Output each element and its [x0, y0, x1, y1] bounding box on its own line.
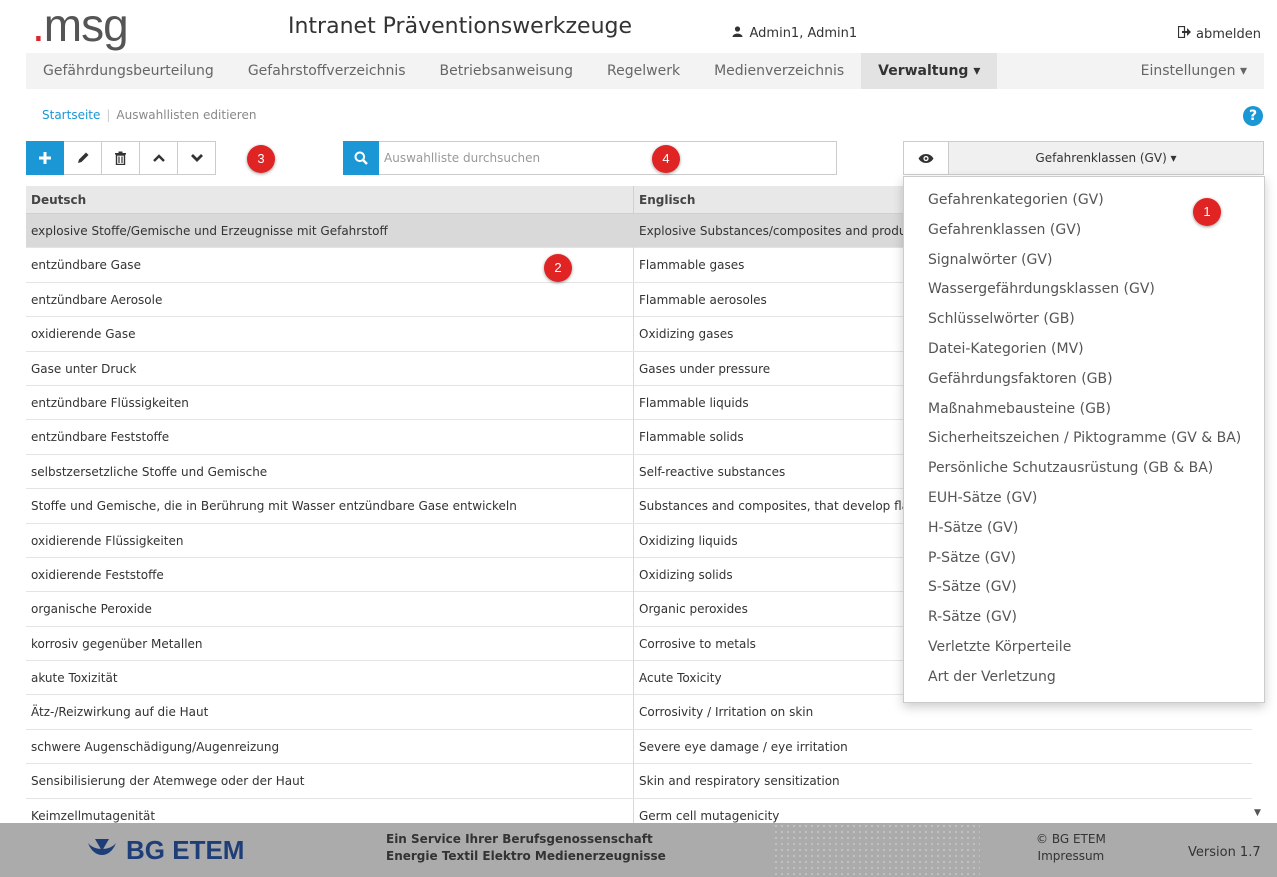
footer-service-line2: Energie Textil Elektro Medienerzeugnisse: [386, 849, 666, 863]
cell-deutsch: Gase unter Druck: [26, 351, 634, 386]
footer-service-line1: Ein Service Ihrer Berufsgenossenschaft: [386, 832, 653, 846]
menu-item-h-saetze[interactable]: H-Sätze (GV): [904, 514, 1264, 544]
menu-item-gefaehrdungsfaktoren[interactable]: Gefährdungsfaktoren (GB): [904, 365, 1264, 395]
menu-item-art-der-verletzung[interactable]: Art der Verletzung: [904, 663, 1264, 693]
edit-button[interactable]: [64, 141, 102, 175]
copyright-text: © BG ETEM: [1036, 832, 1106, 846]
logo-text: msg: [43, 0, 129, 51]
chevron-up-icon: [152, 154, 165, 162]
cell-deutsch: korrosiv gegenüber Metallen: [26, 626, 634, 661]
cell-deutsch: explosive Stoffe/Gemische und Erzeugniss…: [26, 214, 634, 248]
breadcrumb: Startseite | Auswahllisten editieren: [42, 108, 256, 122]
list-select-dropdown[interactable]: Gefahrenklassen (GV) ▾: [948, 141, 1264, 175]
logout-link[interactable]: abmelden: [1177, 25, 1261, 42]
nav-item-gefaehrdungsbeurteilung[interactable]: Gefährdungsbeurteilung: [26, 53, 231, 89]
footer-logo-text: BG ETEM: [126, 835, 245, 865]
version-label: Version 1.7: [1188, 845, 1261, 860]
menu-item-s-saetze[interactable]: S-Sätze (GV): [904, 573, 1264, 603]
menu-item-r-saetze[interactable]: R-Sätze (GV): [904, 603, 1264, 633]
menu-item-p-saetze[interactable]: P-Sätze (GV): [904, 544, 1264, 574]
cell-deutsch: oxidierende Feststoffe: [26, 557, 634, 592]
list-search: [343, 141, 837, 175]
nav-item-verwaltung[interactable]: Verwaltung ▾: [861, 53, 998, 89]
delete-button[interactable]: [102, 141, 140, 175]
header: .msg Intranet Präventionswerkzeuge Admin…: [0, 0, 1277, 50]
chevron-down-icon: [190, 154, 203, 162]
cell-deutsch: organische Peroxide: [26, 592, 634, 627]
eye-icon: [918, 153, 934, 163]
footer-service-text: Ein Service Ihrer Berufsgenossenschaft E…: [386, 831, 666, 865]
callout-badge-2: 2: [544, 254, 572, 282]
table-row[interactable]: schwere Augenschädigung/Augenreizung Seve…: [26, 729, 1252, 765]
menu-item-wassergefaehrdungsklassen[interactable]: Wassergefährdungsklassen (GV): [904, 275, 1264, 305]
table-row[interactable]: Sensibilisierung der Atemwege oder der H…: [26, 764, 1252, 799]
nav-item-medienverzeichnis[interactable]: Medienverzeichnis: [697, 53, 861, 89]
nav-item-einstellungen[interactable]: Einstellungen ▾: [1124, 53, 1264, 89]
menu-item-datei-kategorien[interactable]: Datei-Kategorien (MV): [904, 335, 1264, 365]
search-button[interactable]: [343, 141, 379, 175]
callout-badge-3: 3: [247, 145, 275, 173]
bg-etem-logo: BG ETEM: [86, 835, 244, 866]
main-nav: Gefährdungsbeurteilung Gefahrstoffverzei…: [26, 53, 1264, 89]
menu-item-signalwoerter[interactable]: Signalwörter (GV): [904, 246, 1264, 276]
menu-item-sicherheitszeichen[interactable]: Sicherheitszeichen / Piktogramme (GV & B…: [904, 424, 1264, 454]
cell-deutsch: entzündbare Flüssigkeiten: [26, 385, 634, 420]
trash-icon: [115, 151, 126, 165]
app-title: Intranet Präventionswerkzeuge: [288, 14, 633, 39]
sign-out-icon: [1177, 25, 1196, 42]
menu-item-schutzausruestung[interactable]: Persönliche Schutzausrüstung (GB & BA): [904, 454, 1264, 484]
list-select-menu: Gefahrenkategorien (GV) Gefahrenklassen …: [903, 176, 1265, 703]
cell-deutsch: entzündbare Feststoffe: [26, 420, 634, 455]
bg-etem-emblem-icon: [88, 838, 116, 855]
footer-dot-pattern: [773, 823, 980, 877]
cell-deutsch: entzündbare Aerosole: [26, 282, 634, 317]
cell-deutsch: Ätz-/Reizwirkung auf die Haut: [26, 695, 634, 730]
move-up-button[interactable]: [140, 141, 178, 175]
footer-copyright: © BG ETEM Impressum: [1036, 831, 1106, 865]
cell-deutsch: entzündbare Gase: [26, 248, 634, 283]
plus-icon: [39, 152, 51, 164]
impressum-link[interactable]: Impressum: [1036, 848, 1106, 865]
user-name: Admin1, Admin1: [749, 26, 858, 41]
user-icon: [732, 26, 747, 40]
logo-dot: .: [32, 0, 45, 51]
cell-deutsch: Stoffe und Gemische, die in Berührung mi…: [26, 489, 634, 524]
nav-item-regelwerk[interactable]: Regelwerk: [590, 53, 697, 89]
menu-item-euh-saetze[interactable]: EUH-Sätze (GV): [904, 484, 1264, 514]
breadcrumb-current: Auswahllisten editieren: [116, 108, 257, 122]
scroll-down-arrow-icon[interactable]: ▼: [1254, 808, 1261, 818]
footer: BG ETEM Ein Service Ihrer Berufsgenossen…: [0, 823, 1277, 877]
column-header-deutsch[interactable]: Deutsch: [26, 186, 634, 214]
menu-item-schluesselwoerter[interactable]: Schlüsselwörter (GB): [904, 305, 1264, 335]
cell-deutsch: akute Toxizität: [26, 661, 634, 696]
breadcrumb-home-link[interactable]: Startseite: [42, 108, 100, 122]
user-info: Admin1, Admin1: [732, 26, 857, 41]
breadcrumb-separator: |: [106, 108, 111, 122]
cell-deutsch: schwere Augenschädigung/Augenreizung: [26, 729, 634, 764]
menu-item-massnahmebausteine[interactable]: Maßnahmebausteine (GB): [904, 395, 1264, 425]
callout-badge-4: 4: [652, 145, 680, 173]
menu-item-verletzte-koerperteile[interactable]: Verletzte Körperteile: [904, 633, 1264, 663]
nav-item-gefahrstoffverzeichnis[interactable]: Gefahrstoffverzeichnis: [231, 53, 423, 89]
callout-badge-1: 1: [1193, 198, 1221, 226]
cell-englisch: Skin and respiratory sensitization: [639, 774, 840, 789]
cell-deutsch: oxidierende Gase: [26, 317, 634, 352]
search-icon: [354, 151, 368, 165]
cell-deutsch: Sensibilisierung der Atemwege oder der H…: [26, 764, 634, 799]
search-input[interactable]: [384, 142, 824, 174]
visibility-toggle-button[interactable]: [903, 141, 949, 175]
cell-englisch: Severe eye damage / eye irritation: [639, 739, 848, 754]
msg-logo: .msg: [32, 0, 129, 51]
move-down-button[interactable]: [178, 141, 216, 175]
cell-deutsch: oxidierende Flüssigkeiten: [26, 523, 634, 558]
logout-label: abmelden: [1196, 27, 1261, 42]
cell-deutsch: selbstzersetzliche Stoffe und Gemische: [26, 454, 634, 489]
add-button[interactable]: [26, 141, 64, 175]
list-toolbar: [26, 141, 216, 175]
help-icon[interactable]: ?: [1243, 106, 1263, 126]
nav-item-betriebsanweisung[interactable]: Betriebsanweisung: [423, 53, 590, 89]
pencil-icon: [77, 152, 88, 163]
